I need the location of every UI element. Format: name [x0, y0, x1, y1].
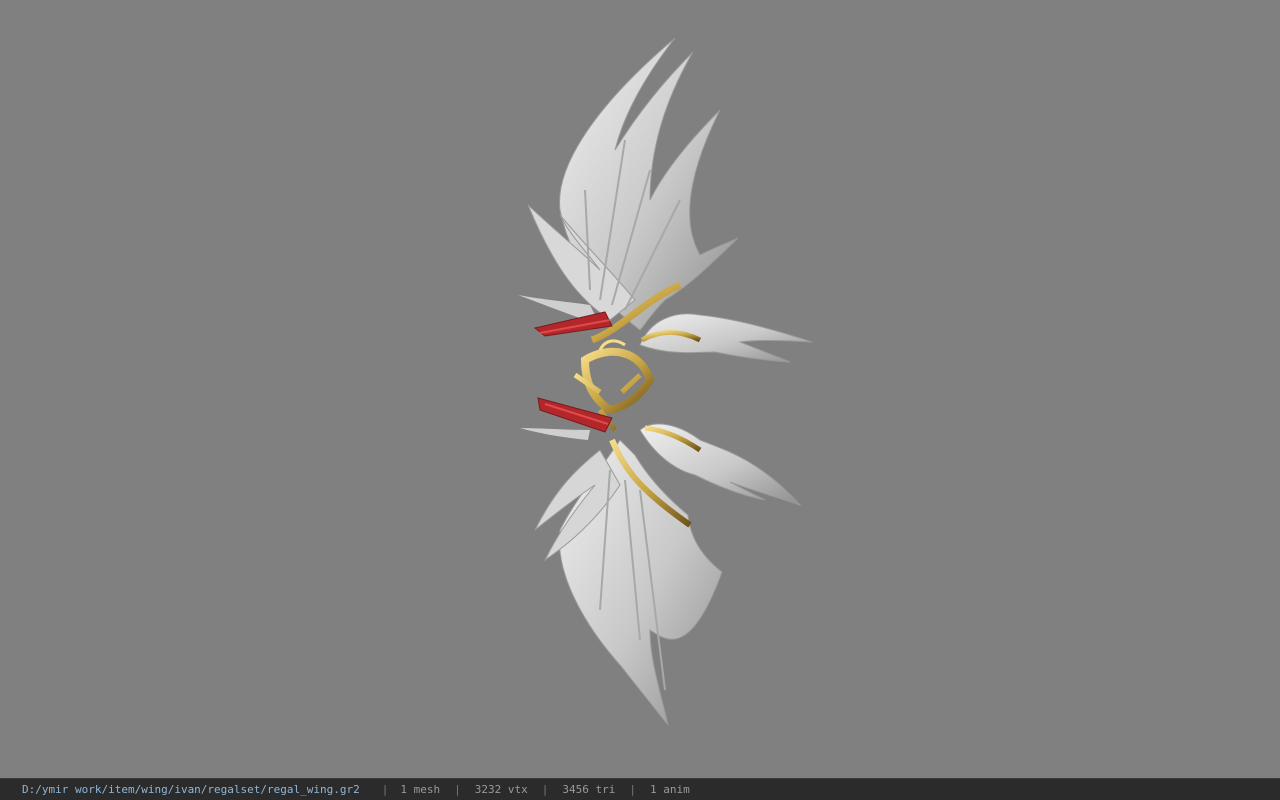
status-bar: D:/ymir work/item/wing/ivan/regalset/reg… — [0, 778, 1280, 800]
upper-small-wing — [639, 313, 813, 363]
separator: | — [381, 783, 389, 796]
upper-wing — [518, 37, 739, 331]
3d-viewport[interactable] — [0, 0, 1280, 778]
triangle-count: 3456 tri — [562, 783, 616, 796]
separator: | — [629, 783, 636, 796]
file-path: D:/ymir work/item/wing/ivan/regalset/reg… — [22, 783, 360, 796]
mesh-count: 1 mesh — [400, 783, 441, 796]
anim-count: 1 anim — [649, 783, 690, 796]
model-preview — [518, 37, 813, 726]
separator: | — [541, 783, 549, 796]
vertex-count: 3232 vtx — [474, 783, 528, 796]
separator: | — [454, 783, 461, 796]
